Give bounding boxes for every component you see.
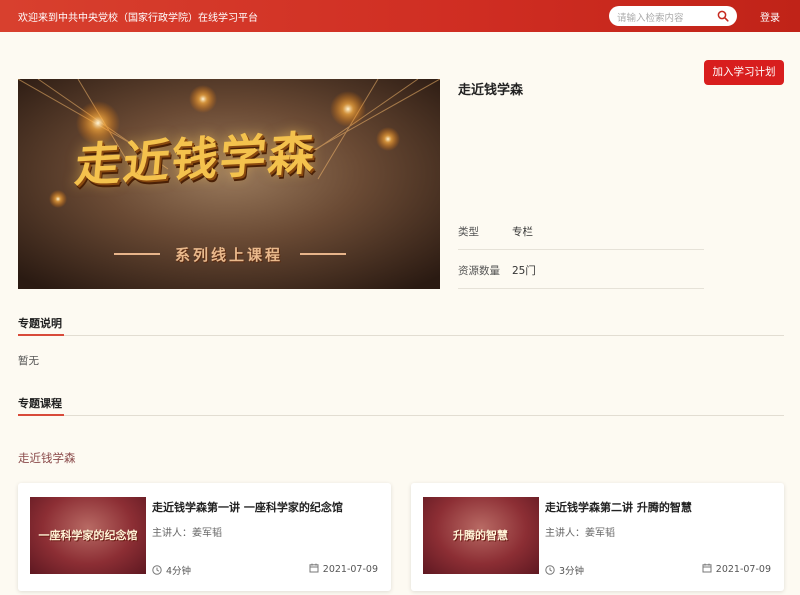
thumbnail-caption: 升腾的智慧 [453,529,508,542]
course-card-duration: 4分钟 [152,563,191,577]
welcome-text: 欢迎来到中共中央党校（国家行政学院）在线学习平台 [18,13,258,24]
date-text: 2021-07-09 [322,564,378,575]
course-card[interactable]: 升腾的智慧 走近钱学森第二讲 升腾的智慧 主讲人：姜军韬 3分钟 2021-07… [411,483,784,591]
duration-text: 4分钟 [166,566,192,577]
login-link[interactable]: 登录 [760,9,780,24]
section-underline [18,414,64,416]
course-card-duration: 3分钟 [545,563,584,577]
course-card-lecturer: 主讲人：姜军韬 [152,528,222,539]
search-box[interactable]: 请输入检索内容 [609,6,737,26]
banner-title: 走近钱学森 [72,125,319,193]
calendar-icon [702,563,712,573]
course-card-title[interactable]: 走近钱学森第二讲 升腾的智慧 [545,499,692,515]
section-courses-header: 专题课程 [18,394,784,416]
course-card-date: 2021-07-09 [702,563,771,575]
clock-icon [152,565,162,575]
course-card-date: 2021-07-09 [309,563,378,575]
search-input[interactable]: 请输入检索内容 [617,10,684,24]
clock-icon [545,565,555,575]
info-row-resource-count: 资源数量 25门 [458,250,704,289]
course-thumbnail[interactable]: 升腾的智慧 [423,497,539,574]
banner-subtitle: 系列线上课程 [174,246,283,264]
duration-text: 3分钟 [559,566,585,577]
course-group-label: 走近钱学森 [18,451,76,465]
info-value: 25门 [512,265,536,277]
section-underline [18,334,64,336]
calendar-icon [309,563,319,573]
info-key: 资源数量 [458,265,500,277]
section-description-header: 专题说明 [18,314,784,336]
top-header: 欢迎来到中共中央党校（国家行政学院）在线学习平台 请输入检索内容 登录 [0,0,800,32]
course-card-title[interactable]: 走近钱学森第一讲 一座科学家的纪念馆 [152,499,343,515]
info-value: 专栏 [512,226,533,238]
course-card[interactable]: 一座科学家的纪念馆 走近钱学森第一讲 一座科学家的纪念馆 主讲人：姜军韬 4分钟… [18,483,391,591]
course-title: 走近钱学森 [458,83,524,98]
section-description-text: 暂无 [18,355,39,367]
course-card-lecturer: 主讲人：姜军韬 [545,528,615,539]
course-banner-image: 走近钱学森 系列线上课程 [18,79,440,289]
join-study-plan-button[interactable]: 加入学习计划 [704,60,784,85]
search-icon[interactable] [717,10,729,22]
info-row-type: 类型 专栏 [458,211,704,250]
thumbnail-caption: 一座科学家的纪念馆 [38,529,138,542]
section-title: 专题说明 [18,317,62,330]
course-thumbnail[interactable]: 一座科学家的纪念馆 [30,497,146,574]
section-title: 专题课程 [18,397,62,410]
info-key: 类型 [458,226,479,238]
date-text: 2021-07-09 [715,564,771,575]
